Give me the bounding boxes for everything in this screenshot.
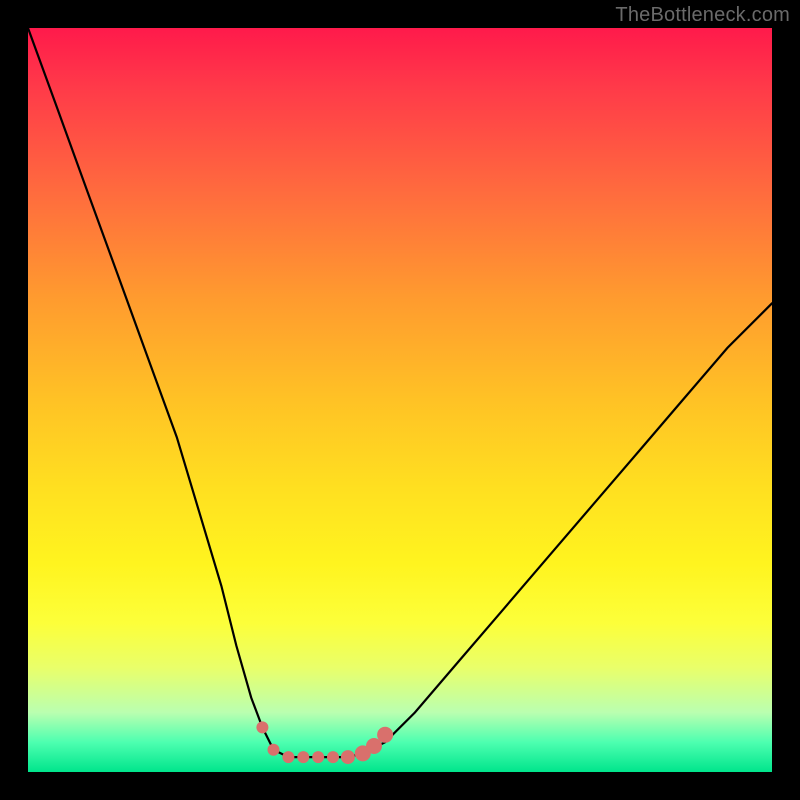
valley-marker (327, 751, 339, 763)
valley-marker (377, 727, 393, 743)
chart-frame: TheBottleneck.com (0, 0, 800, 800)
watermark-text: TheBottleneck.com (615, 4, 790, 27)
bottleneck-curve (28, 28, 772, 757)
valley-marker (341, 750, 355, 764)
valley-marker (282, 751, 294, 763)
valley-marker (297, 751, 309, 763)
valley-marker (268, 744, 280, 756)
plot-area (28, 28, 772, 772)
valley-marker (256, 721, 268, 733)
curve-layer (28, 28, 772, 772)
valley-marker (312, 751, 324, 763)
